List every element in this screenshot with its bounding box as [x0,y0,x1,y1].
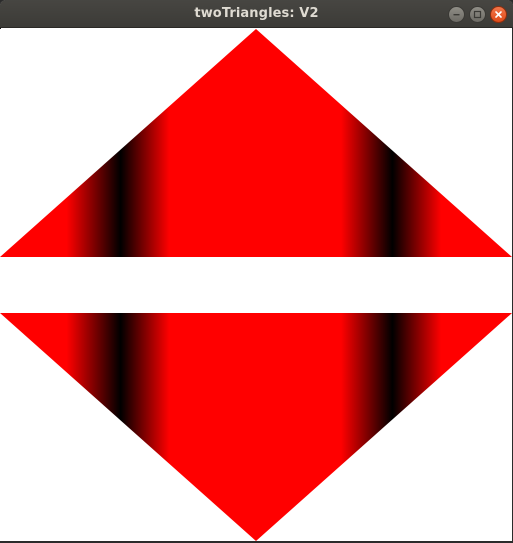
close-icon [495,10,502,18]
top-triangle [0,29,512,257]
two-triangles-drawing [0,29,512,541]
window-title: twoTriangles: V2 [194,6,319,21]
title-bar[interactable]: twoTriangles: V2 [0,0,513,28]
close-button[interactable] [490,5,507,23]
window-controls [448,5,507,23]
minimize-icon [453,13,460,15]
app-window: twoTriangles: V2 [0,0,513,543]
minimize-button[interactable] [448,5,465,23]
maximize-icon [473,10,482,18]
maximize-button[interactable] [469,5,486,23]
render-canvas[interactable] [0,29,513,543]
bottom-triangle [0,313,512,541]
